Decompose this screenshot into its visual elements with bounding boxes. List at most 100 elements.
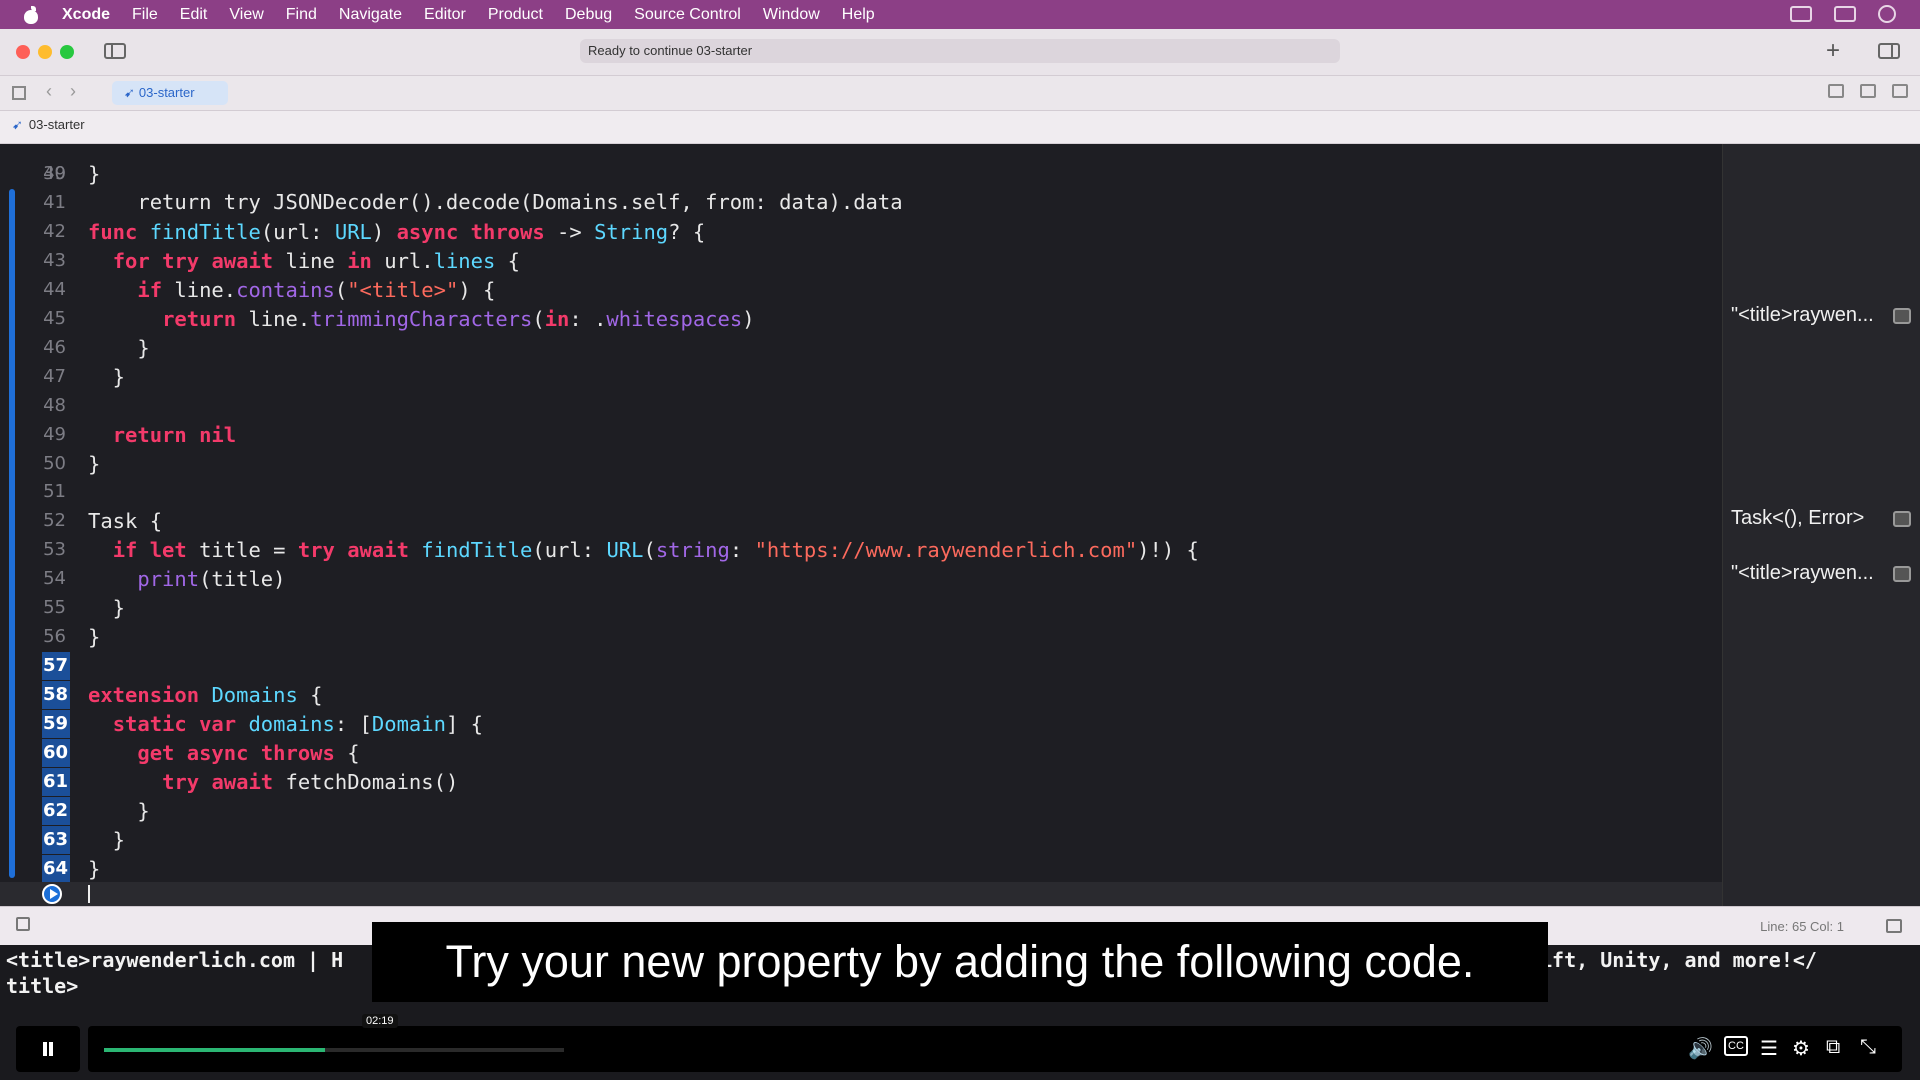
code-text: } [88,335,150,360]
line-number[interactable]: 50 [36,450,66,478]
code-line[interactable]: 47 } [0,363,1722,391]
line-number[interactable]: 57 [42,652,70,681]
sidebar-icon[interactable] [104,43,126,59]
menu-source-control[interactable]: Source Control [634,6,741,24]
pause-icon[interactable] [16,1026,80,1072]
menu-window[interactable]: Window [763,6,820,24]
code-text: get async throws { [137,741,360,765]
menu-view[interactable]: View [229,6,263,24]
run-icon[interactable] [42,884,62,904]
code-line[interactable]: 43 for try await line in url.lines { [0,247,1722,275]
siri-icon[interactable] [1878,5,1896,23]
menu-editor[interactable]: Editor [424,6,466,24]
line-number[interactable]: 49 [36,421,66,449]
cc-icon[interactable]: CC [1724,1036,1748,1056]
line-number[interactable]: 56 [36,623,66,651]
line-number[interactable]: 44 [36,276,66,304]
line-number[interactable]: 45 [36,305,66,333]
code-line[interactable]: 50} [0,450,1722,478]
menu-product[interactable]: Product [488,6,543,24]
menu-debug[interactable]: Debug [565,6,612,24]
code-line[interactable]: 62 } [0,796,1722,825]
editor-options-icon[interactable] [1860,84,1876,98]
code-line[interactable]: 60 get async throws { [0,739,1722,767]
line-number[interactable]: 59 [42,710,70,739]
line-number[interactable]: 61 [42,767,70,796]
code-line[interactable]: 40} [0,160,1722,188]
breadcrumb-file[interactable]: 03-starter [29,117,85,132]
menu-help[interactable]: Help [842,6,875,24]
code-line[interactable]: 56} [0,623,1722,651]
zoom-window-button[interactable] [60,45,74,59]
refresh-icon[interactable] [1828,84,1844,98]
code-line[interactable]: 54 print(title) [0,565,1722,593]
screen-record-icon[interactable] [1790,6,1812,22]
line-number[interactable]: 51 [36,478,66,506]
menu-find[interactable]: Find [286,6,317,24]
volume-icon[interactable]: 🔊 [1688,1036,1713,1061]
code-editor[interactable]: 39 return try JSONDecoder().decode(Domai… [0,144,1722,906]
line-number[interactable]: 42 [36,218,66,246]
line-number[interactable]: 63 [42,825,70,854]
code-line[interactable]: 48 [0,392,1722,420]
line-number[interactable]: 47 [36,363,66,391]
fullscreen-exit-icon[interactable]: ⤡ [1860,1036,1876,1059]
settings-icon[interactable]: ⚙ [1792,1036,1810,1061]
code-line[interactable]: 63 } [0,825,1722,854]
code-line[interactable]: 61 try await fetchDomains() [0,767,1722,796]
line-number[interactable]: 41 [36,189,66,217]
console-toggle-icon[interactable] [1886,919,1902,933]
code-line[interactable]: 44 if line.contains("<title>") { [0,276,1722,304]
line-number[interactable]: 43 [36,247,66,275]
line-number[interactable]: 40 [36,160,66,188]
minimize-window-button[interactable] [38,45,52,59]
code-line[interactable]: 58 extension Domains { [0,681,1722,710]
chevron-right-icon[interactable]: › [70,81,76,102]
line-number[interactable]: 46 [36,334,66,362]
split-editor-icon[interactable] [1892,84,1908,98]
menu-edit[interactable]: Edit [180,6,208,24]
plus-icon[interactable]: + [1826,37,1840,65]
code-line[interactable]: 45 return line.trimmingCharacters(in: .w… [0,305,1722,333]
inspector-icon[interactable] [1878,43,1900,59]
line-number[interactable]: 54 [36,565,66,593]
close-window-button[interactable] [16,45,30,59]
pip-icon[interactable]: ⧉ [1826,1036,1840,1059]
code-line[interactable]: 42 func findTitle(url: URL) async throws … [0,218,1722,246]
line-number[interactable]: 52 [36,507,66,535]
transcript-icon[interactable]: ☰ [1760,1036,1778,1061]
code-line[interactable]: 55 } [0,594,1722,622]
line-number[interactable]: 48 [36,392,66,420]
code-line[interactable]: 41 [0,189,1722,217]
line-number[interactable]: 60 [42,739,70,767]
code-line[interactable]: 64} [0,854,1722,883]
quick-look-button[interactable] [1893,308,1911,324]
code-line[interactable]: 53 if let title = try await findTitle(ur… [0,536,1722,564]
menu-app-name[interactable]: Xcode [62,6,110,24]
apple-icon[interactable] [22,5,40,24]
quick-look-button[interactable] [1893,511,1911,527]
code-line[interactable]: 49 return nil [0,421,1722,449]
code-line[interactable]: 51 [0,478,1722,506]
line-number[interactable]: 53 [36,536,66,564]
result-line-54[interactable]: "<title>raywen... [1731,562,1874,585]
hide-debug-area-button[interactable] [16,917,30,931]
control-center-icon[interactable] [1834,6,1856,22]
line-number[interactable]: 62 [42,796,70,825]
line-number[interactable]: 58 [42,681,70,710]
result-line-45[interactable]: "<title>raywen... [1731,304,1874,327]
line-number[interactable]: 64 [42,854,70,883]
scrubber[interactable]: 02:19 🔊 CC ☰ ⚙ ⧉ ⤡ [88,1014,1902,1072]
code-line[interactable]: 59 static var domains: [Domain] { [0,710,1722,739]
menu-file[interactable]: File [132,6,158,24]
tab-03-starter[interactable]: ➹ 03-starter [112,81,228,105]
code-line[interactable]: 52 Task { [0,507,1722,535]
result-line-52[interactable]: Task<(), Error> [1731,507,1864,530]
code-line[interactable]: 57 [0,652,1722,681]
quick-look-button[interactable] [1893,566,1911,582]
line-number[interactable]: 55 [36,594,66,622]
chevron-left-icon[interactable]: ‹ [46,81,52,102]
grid-icon[interactable] [12,86,26,100]
code-line[interactable]: 46 } [0,334,1722,362]
menu-navigate[interactable]: Navigate [339,6,402,24]
